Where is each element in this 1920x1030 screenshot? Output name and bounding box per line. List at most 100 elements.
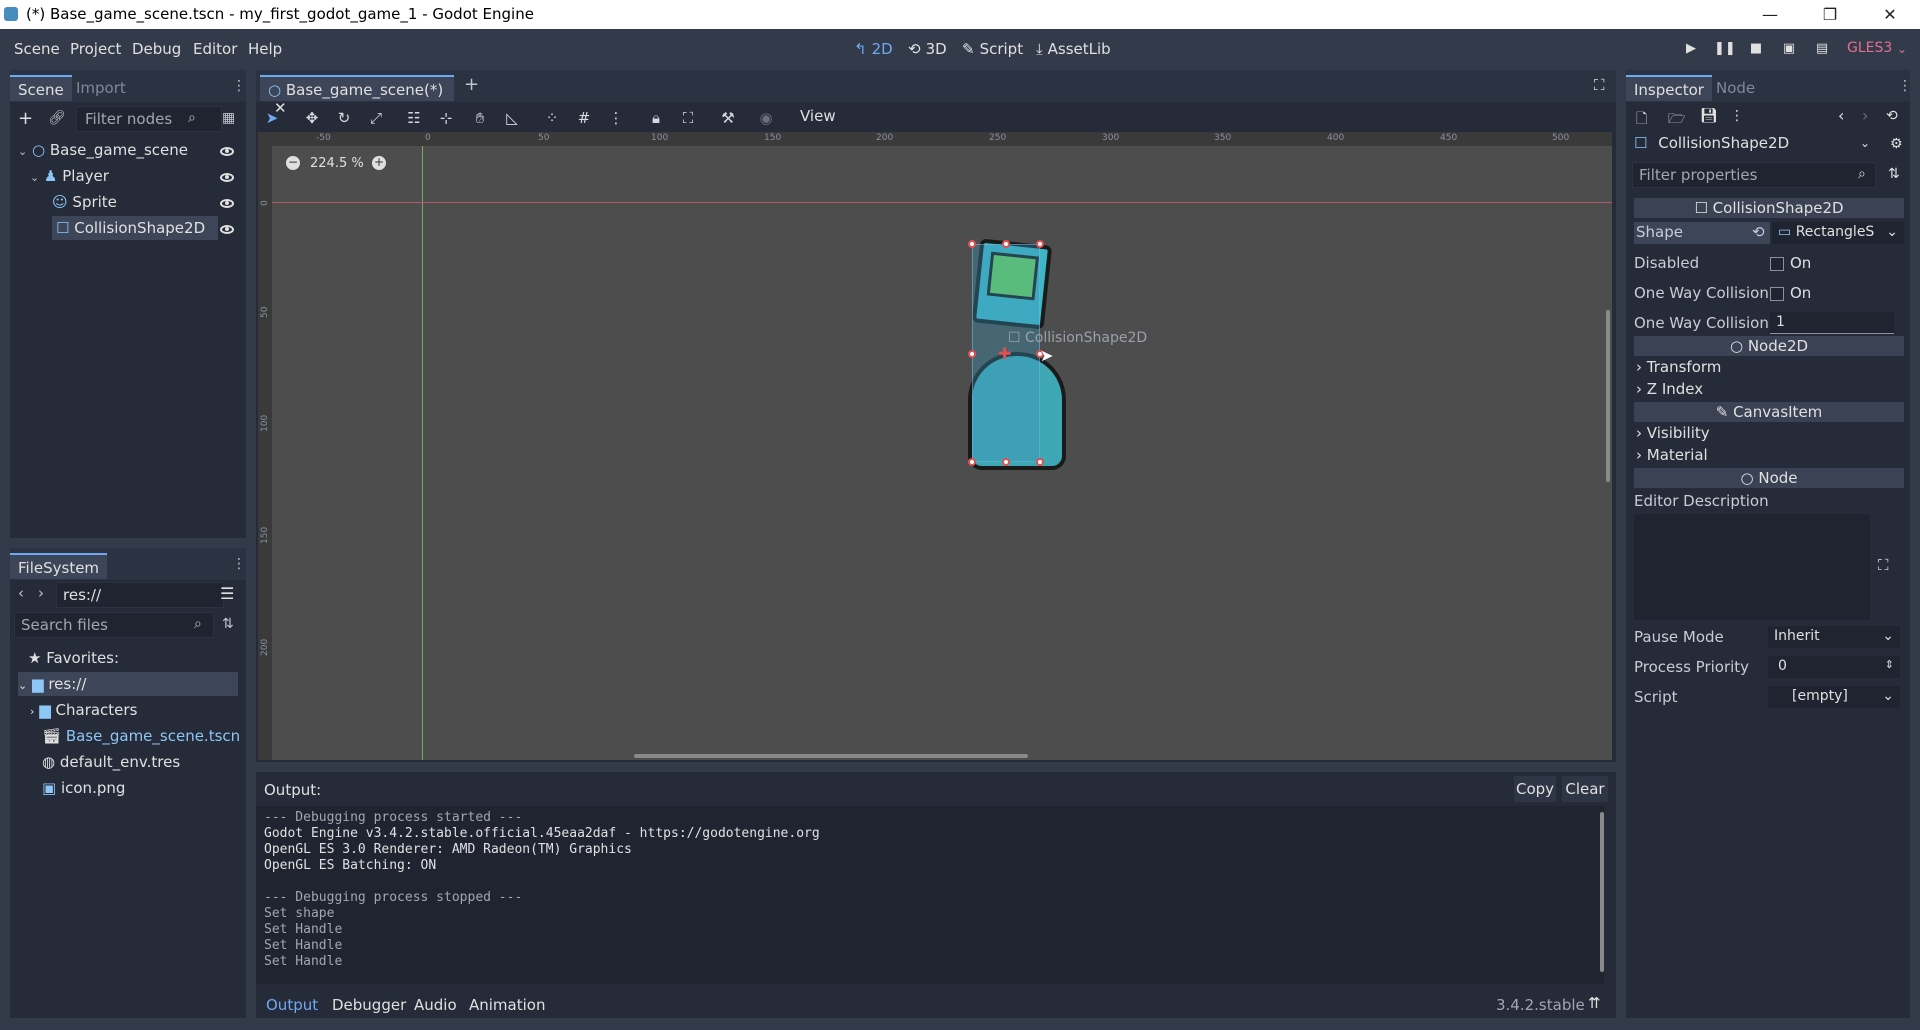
tab-inspector[interactable]: Inspector bbox=[1626, 75, 1712, 101]
fs-base-game-scene[interactable]: 🎬︎ Base_game_scene.tscn bbox=[42, 724, 240, 748]
view-menu[interactable]: View bbox=[800, 107, 836, 125]
object-selector[interactable]: ☐ CollisionShape2D bbox=[1634, 134, 1874, 158]
tree-item-collisionshape2d[interactable]: ☐ CollisionShape2D bbox=[52, 216, 218, 240]
play-custom-scene-icon[interactable]: ▤ bbox=[1812, 39, 1832, 59]
output-scrollbar[interactable] bbox=[1600, 812, 1604, 972]
z-index-group[interactable]: › Z Index bbox=[1636, 380, 1703, 398]
tab-import[interactable]: Import bbox=[68, 75, 134, 101]
revert-icon[interactable]: ⟲ bbox=[1752, 223, 1765, 241]
resize-handle[interactable] bbox=[968, 350, 976, 358]
resize-handle[interactable] bbox=[1036, 240, 1044, 248]
spinner-icon[interactable]: ⇕ bbox=[1885, 658, 1894, 671]
zoom-in-icon[interactable]: + bbox=[372, 156, 386, 170]
sort-icon[interactable]: ⇅ bbox=[222, 616, 234, 632]
one-way-collision-checkbox[interactable]: On bbox=[1770, 284, 1811, 302]
object-history-icon[interactable]: ⟲ bbox=[1886, 108, 1898, 124]
close-window-button[interactable]: ✕ bbox=[1860, 0, 1920, 29]
editor-description-textarea[interactable] bbox=[1634, 514, 1870, 620]
play-scene-icon[interactable]: ▣ bbox=[1779, 39, 1799, 59]
bottom-tab-animation[interactable]: Animation bbox=[469, 996, 545, 1014]
process-priority-spinbox[interactable]: 0 ⇕ bbox=[1768, 656, 1900, 678]
script-dropdown[interactable]: [empty] ⌄ bbox=[1768, 686, 1900, 708]
play-icon[interactable]: ▶ bbox=[1681, 39, 1701, 59]
ruler-tool-icon[interactable]: ◺ bbox=[502, 108, 522, 128]
move-tool-icon[interactable]: ✥ bbox=[302, 108, 322, 128]
list-view-icon[interactable]: ☰ bbox=[220, 584, 234, 603]
menu-scene[interactable]: Scene bbox=[14, 40, 60, 58]
tree-item-sprite[interactable]: ☺ Sprite bbox=[52, 190, 238, 214]
menu-editor[interactable]: Editor bbox=[193, 40, 237, 58]
visibility-eye-icon[interactable] bbox=[220, 225, 234, 234]
bottom-tab-debugger[interactable]: Debugger bbox=[332, 996, 406, 1014]
vertical-scrollbar[interactable] bbox=[1606, 310, 1610, 482]
fs-res-root[interactable]: ⌄ ▆ res:// bbox=[18, 672, 238, 696]
clear-button[interactable]: Clear bbox=[1562, 776, 1608, 802]
filter-properties-input[interactable]: Filter properties bbox=[1632, 162, 1876, 188]
resize-handle[interactable] bbox=[968, 240, 976, 248]
dock-menu-icon[interactable]: ⋮ bbox=[1898, 78, 1912, 94]
tab-node[interactable]: Node bbox=[1708, 75, 1763, 101]
menu-help[interactable]: Help bbox=[248, 40, 282, 58]
bone-icon[interactable]: ⚒ bbox=[718, 108, 738, 128]
visibility-eye-icon[interactable] bbox=[220, 199, 234, 208]
output-log[interactable]: --- Debugging process started --- Godot … bbox=[256, 806, 1604, 984]
bottom-tab-output[interactable]: Output bbox=[266, 996, 318, 1014]
open-folder-icon[interactable]: 🗁︎ bbox=[1668, 108, 1685, 132]
restore-button[interactable]: ❐ bbox=[1800, 0, 1860, 29]
history-back-icon[interactable]: ‹ bbox=[1838, 106, 1844, 125]
resize-handle[interactable] bbox=[1002, 458, 1010, 466]
smart-snap-icon[interactable]: ⁘ bbox=[542, 108, 562, 128]
menu-debug[interactable]: Debug bbox=[132, 40, 181, 58]
pivot-icon[interactable]: ⊹ bbox=[436, 108, 456, 128]
filter-nodes-input[interactable]: Filter nodes bbox=[76, 106, 222, 132]
new-resource-icon[interactable]: 🗋︎ bbox=[1636, 108, 1647, 132]
one-way-collision-margin-input[interactable]: 1 bbox=[1770, 312, 1894, 334]
menu-project[interactable]: Project bbox=[70, 40, 121, 58]
grid-snap-icon[interactable]: # bbox=[574, 108, 594, 128]
history-forward-icon[interactable]: › bbox=[1862, 106, 1868, 125]
node-properties-icon[interactable]: ⚙ bbox=[1890, 136, 1903, 152]
expand-icon[interactable]: ⛶ bbox=[1878, 556, 1889, 574]
fs-favorites[interactable]: ★ Favorites: bbox=[28, 646, 119, 670]
tab-filesystem[interactable]: FileSystem bbox=[10, 553, 108, 579]
renderer-selector[interactable]: GLES3 bbox=[1847, 40, 1892, 56]
tab-scene[interactable]: Scene bbox=[10, 75, 72, 101]
fs-characters-folder[interactable]: › ▆ Characters bbox=[30, 698, 137, 722]
pause-icon[interactable]: ❚❚ bbox=[1714, 39, 1736, 59]
resize-handle[interactable] bbox=[1002, 240, 1010, 248]
search-files-input[interactable]: Search files bbox=[14, 612, 214, 638]
forward-icon[interactable]: › bbox=[38, 584, 44, 602]
path-input[interactable]: res:// bbox=[56, 582, 224, 608]
rotate-tool-icon[interactable]: ↻ bbox=[334, 108, 354, 128]
zoom-out-icon[interactable]: − bbox=[286, 156, 300, 170]
add-node-icon[interactable]: + bbox=[18, 108, 33, 129]
dock-menu-icon[interactable]: ⋮ bbox=[232, 556, 246, 572]
property-options-icon[interactable]: ⇅ bbox=[1888, 166, 1900, 182]
horizontal-scrollbar[interactable] bbox=[634, 754, 1028, 758]
visibility-group[interactable]: › Visibility bbox=[1636, 424, 1710, 442]
dock-menu-icon[interactable]: ⋮ bbox=[232, 78, 246, 94]
instance-scene-icon[interactable]: ▦ bbox=[222, 110, 235, 126]
bottom-tab-audio[interactable]: Audio bbox=[414, 996, 457, 1014]
camera-override-icon[interactable]: ◉ bbox=[756, 108, 776, 128]
lock-icon[interactable]: 🔒︎ bbox=[646, 108, 666, 128]
mode-assetlib-button[interactable]: ⤓ AssetLib bbox=[1036, 40, 1111, 58]
scale-tool-icon[interactable]: ⤢ bbox=[366, 108, 386, 128]
new-tab-icon[interactable]: + bbox=[464, 74, 479, 95]
minimize-button[interactable]: — bbox=[1740, 0, 1800, 29]
list-select-icon[interactable]: ☷ bbox=[404, 108, 424, 128]
shape-value-dropdown[interactable]: ▭ RectangleS ⌄ bbox=[1772, 222, 1904, 244]
expand-panel-icon[interactable]: ⇈ bbox=[1588, 994, 1601, 1012]
distraction-free-icon[interactable]: ⛶ bbox=[1594, 76, 1605, 94]
group-icon[interactable]: ⛶ bbox=[678, 108, 698, 128]
canvas-viewport[interactable]: − 224.5 % + ✚ ☐ CollisionShape2D ➤ bbox=[258, 132, 1612, 760]
transform-group[interactable]: › Transform bbox=[1636, 358, 1721, 376]
resize-handle[interactable] bbox=[1036, 458, 1044, 466]
tree-item-base-game-scene[interactable]: ⌄ ○ Base_game_scene bbox=[18, 138, 238, 162]
resize-handle[interactable] bbox=[968, 458, 976, 466]
pause-mode-dropdown[interactable]: Inherit ⌄ bbox=[1768, 626, 1900, 648]
back-icon[interactable]: ‹ bbox=[18, 584, 24, 602]
tree-item-player[interactable]: ⌄ ♟ Player bbox=[30, 164, 238, 188]
disabled-checkbox[interactable]: On bbox=[1770, 254, 1811, 272]
tab-base-game-scene[interactable]: ○ Base_game_scene(*) ✕ bbox=[260, 75, 454, 117]
